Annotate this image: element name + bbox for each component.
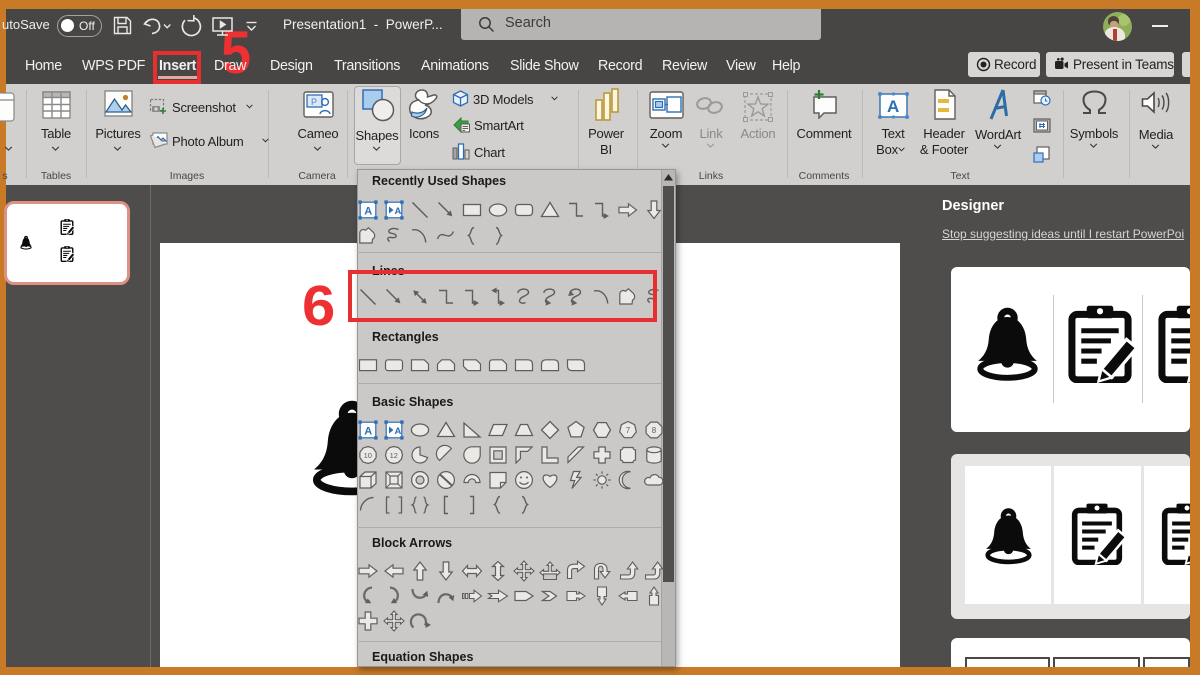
svg-text:A: A xyxy=(364,426,372,438)
svg-text:A: A xyxy=(395,206,402,217)
svg-text:A: A xyxy=(887,97,899,116)
svg-text:10: 10 xyxy=(364,451,372,460)
svg-text:P: P xyxy=(311,97,317,107)
svg-text:8: 8 xyxy=(652,426,657,435)
svg-text:A: A xyxy=(395,426,402,437)
svg-text:7: 7 xyxy=(626,426,631,435)
svg-text:12: 12 xyxy=(390,451,398,460)
svg-text:A: A xyxy=(364,206,372,218)
